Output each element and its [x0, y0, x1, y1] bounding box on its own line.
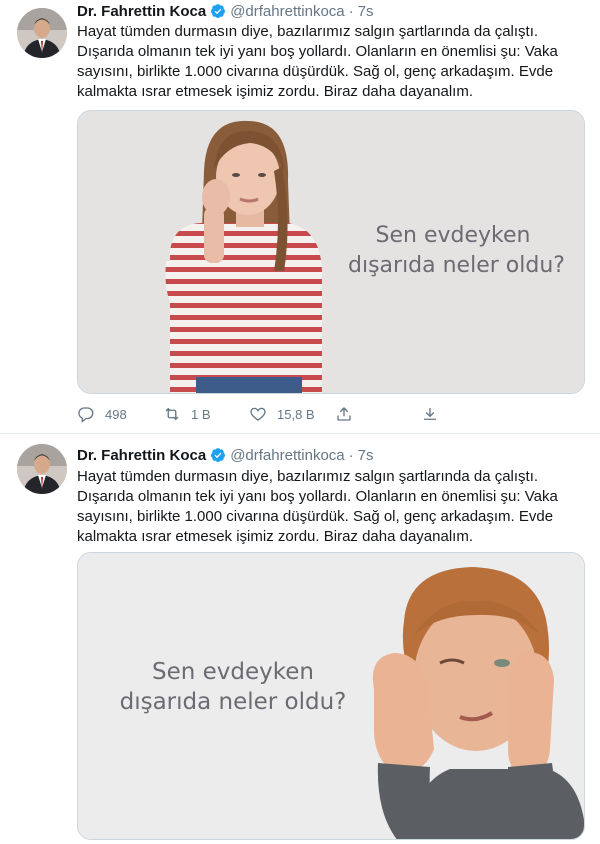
retweet-icon	[165, 407, 179, 421]
tweet[interactable]: Dr. Fahrettin Koca @drfahrettinkoca · 7s…	[0, 435, 600, 844]
separator-dot: ·	[348, 2, 354, 20]
avatar[interactable]	[17, 8, 67, 58]
heart-icon	[250, 407, 266, 421]
image-caption-line-2: dışarıda neler oldu?	[119, 689, 347, 715]
tweet-image[interactable]: Sen evdeyken dışarıda neler oldu?	[77, 110, 585, 394]
author-name[interactable]: Dr. Fahrettin Koca	[77, 3, 206, 20]
author-handle[interactable]: @drfahrettinkoca	[230, 3, 344, 20]
download-button[interactable]	[421, 405, 507, 423]
like-count: 15,8 B	[277, 406, 315, 422]
image-caption-line-1: Sen evdeyken	[375, 223, 531, 248]
image-caption-line-1: Sen evdeyken	[152, 659, 314, 685]
tweet-time[interactable]: 7s	[358, 447, 374, 464]
retweet-button[interactable]: 1 B	[163, 405, 249, 423]
reply-count: 498	[105, 406, 127, 422]
tweet[interactable]: Dr. Fahrettin Koca @drfahrettinkoca · 7s…	[0, 0, 600, 434]
tweet-header: Dr. Fahrettin Koca @drfahrettinkoca · 7s	[77, 1, 374, 21]
reply-button[interactable]: 498	[77, 405, 163, 423]
download-icon	[424, 408, 436, 420]
image-caption: Sen evdeyken dışarıda neler oldu?	[118, 657, 348, 717]
separator-dot: ·	[348, 446, 354, 464]
tweet-header: Dr. Fahrettin Koca @drfahrettinkoca · 7s	[77, 445, 374, 465]
tweet-text: Hayat tümden durmasın diye, bazılarımız …	[77, 468, 558, 545]
tweet-text: Hayat tümden durmasın diye, bazılarımız …	[77, 23, 558, 100]
verified-badge-icon	[211, 4, 226, 18]
verified-badge-icon	[211, 448, 226, 462]
image-caption-line-2: dışarıda neler oldu?	[348, 253, 565, 278]
image-caption: Sen evdeyken dışarıda neler oldu?	[348, 221, 565, 281]
reply-icon	[78, 407, 94, 423]
share-icon	[337, 407, 351, 421]
author-name[interactable]: Dr. Fahrettin Koca	[77, 447, 206, 464]
tweet-image[interactable]: Sen evdeyken dışarıda neler oldu?	[77, 552, 585, 840]
author-handle[interactable]: @drfahrettinkoca	[230, 447, 344, 464]
like-button[interactable]: 15,8 B	[249, 405, 335, 423]
avatar[interactable]	[17, 444, 67, 494]
tweet-time[interactable]: 7s	[358, 3, 374, 20]
retweet-count: 1 B	[191, 406, 211, 422]
tweet-actions: 498 1 B 15,8 B	[77, 404, 507, 424]
share-button[interactable]	[335, 405, 421, 423]
